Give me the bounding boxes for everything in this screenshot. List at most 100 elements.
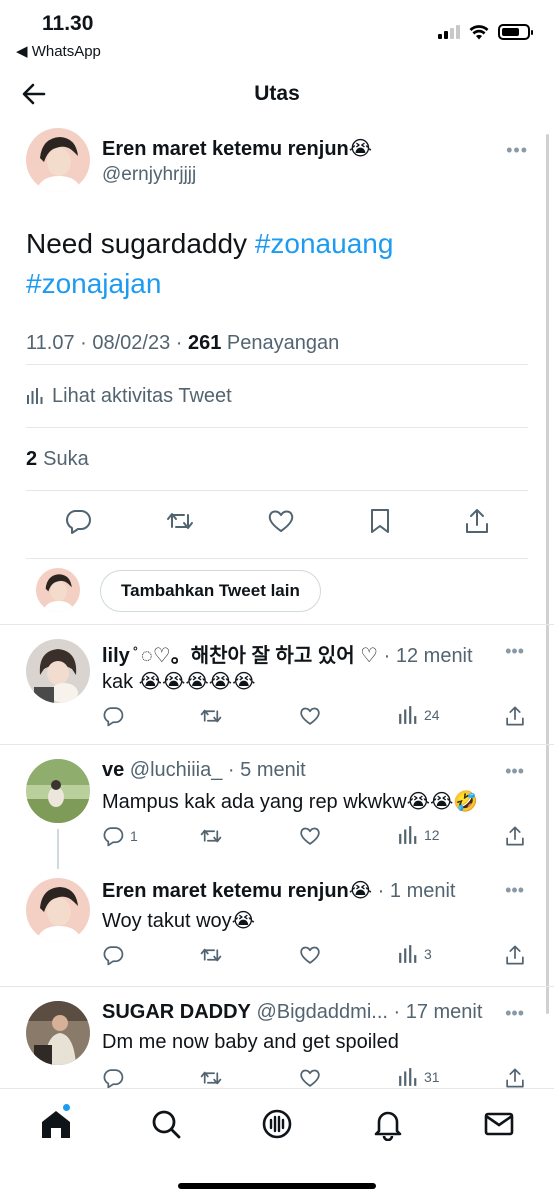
author-handle[interactable]: @ernjyhrjjjj: [102, 164, 196, 186]
list-item[interactable]: SUGAR DADDY @Bigdaddmi... · 17 menit •••…: [0, 986, 554, 1090]
likes-row[interactable]: 2 Suka: [26, 428, 528, 490]
views-icon: [399, 1068, 417, 1086]
list-item[interactable]: ve @luchiiia_ · 5 menit ••• Mampus kak a…: [0, 744, 554, 869]
views-button[interactable]: 12: [398, 825, 440, 845]
avatar[interactable]: [26, 639, 90, 703]
views-icon: [27, 388, 43, 404]
home-icon[interactable]: [39, 1107, 73, 1141]
reply-icon: [103, 1069, 124, 1089]
hashtag-link[interactable]: #zonajajan: [26, 268, 161, 299]
share-button[interactable]: [504, 705, 526, 727]
mail-icon[interactable]: [482, 1107, 516, 1141]
bell-icon[interactable]: [371, 1107, 405, 1141]
bookmark-icon[interactable]: [368, 507, 392, 535]
share-icon: [506, 826, 524, 846]
more-options-icon[interactable]: •••: [505, 1003, 524, 1024]
views-button[interactable]: 31: [398, 1067, 440, 1087]
back-to-app-link[interactable]: ◀ WhatsApp: [16, 42, 101, 60]
views-label: Penayangan: [221, 332, 340, 354]
reply-time: · 12 menit: [378, 645, 473, 667]
avatar[interactable]: [26, 128, 90, 192]
views-count: 31: [424, 1069, 440, 1085]
tweet-meta: 11.07 · 08/02/23 · 261 Penayangan: [26, 332, 528, 364]
list-item[interactable]: Eren maret ketemu renjun😭 · 1 menit ••• …: [0, 864, 554, 986]
status-bar: 11.30 ◀ WhatsApp: [0, 0, 554, 70]
reply-button[interactable]: [102, 1067, 130, 1089]
heart-icon[interactable]: [267, 507, 295, 535]
reply-icon: [103, 827, 124, 847]
retweet-icon: [200, 1071, 222, 1085]
more-options-icon[interactable]: •••: [505, 641, 524, 662]
hashtag-link[interactable]: #zonauang: [255, 228, 394, 259]
reply-text: Mampus kak ada yang rep wkwkw😭😭🤣: [102, 791, 479, 813]
reply-header: ve @luchiiia_ · 5 menit: [102, 759, 306, 782]
reply-button[interactable]: [102, 944, 130, 966]
share-icon: [506, 945, 524, 965]
tweet-timestamp[interactable]: 11.07 · 08/02/23 ·: [26, 332, 188, 354]
share-button[interactable]: [504, 825, 526, 847]
search-icon[interactable]: [149, 1107, 183, 1141]
like-button[interactable]: [299, 825, 321, 847]
reply-icon[interactable]: [64, 507, 92, 535]
heart-icon: [300, 707, 320, 725]
share-button[interactable]: [504, 944, 526, 966]
home-indicator[interactable]: [178, 1183, 376, 1189]
views-count: 12: [424, 827, 440, 843]
avatar[interactable]: [26, 759, 90, 823]
reply-author-name[interactable]: lily ̊ ◌♡。해찬아 잘 하고 있어 ♡: [102, 645, 378, 667]
reply-handle[interactable]: @Bigdaddmi...: [251, 1001, 387, 1023]
share-button[interactable]: [504, 1067, 526, 1089]
share-icon[interactable]: [464, 507, 490, 535]
reply-button[interactable]: 1: [102, 825, 138, 847]
reply-header: SUGAR DADDY @Bigdaddmi... · 17 menit: [102, 1001, 482, 1024]
reply-header: lily ̊ ◌♡。해찬아 잘 하고 있어 ♡ · 12 menit: [102, 639, 473, 668]
like-button[interactable]: [299, 705, 321, 727]
status-icons: [438, 24, 533, 40]
reply-header: Eren maret ketemu renjun😭 · 1 menit: [102, 878, 455, 903]
views-button[interactable]: 24: [398, 705, 440, 725]
views-icon: [399, 945, 417, 963]
reply-handle[interactable]: @luchiiia_: [124, 759, 223, 781]
tweet-author: Eren maret ketemu renjun😭 @ernjyhrjjjj •…: [26, 128, 528, 196]
more-options-icon[interactable]: •••: [505, 880, 524, 901]
avatar[interactable]: [26, 1001, 90, 1065]
retweet-button[interactable]: [199, 705, 223, 727]
tweet-text: Need sugardaddy #zonauang #zonajajan: [26, 224, 528, 304]
top-nav: Utas: [0, 70, 554, 120]
retweet-icon: [200, 709, 222, 723]
views-button[interactable]: 3: [398, 944, 432, 964]
views-icon: [399, 826, 417, 844]
author-name[interactable]: Eren maret ketemu renjun😭: [102, 136, 372, 161]
like-button[interactable]: [299, 1067, 321, 1089]
share-icon: [506, 1068, 524, 1088]
retweet-button[interactable]: [199, 825, 223, 847]
reply-author-name[interactable]: SUGAR DADDY: [102, 1001, 251, 1023]
status-time: 11.30: [42, 12, 94, 35]
retweet-icon[interactable]: [165, 507, 195, 535]
tweet-text-plain: Need sugardaddy: [26, 228, 255, 259]
avatar[interactable]: [26, 878, 90, 942]
retweet-button[interactable]: [199, 1067, 223, 1089]
retweet-button[interactable]: [199, 944, 223, 966]
reply-icon: [103, 707, 124, 727]
reply-text: kak 😭😭😭😭😭: [102, 671, 256, 693]
spaces-icon[interactable]: [260, 1107, 294, 1141]
avatar[interactable]: [36, 568, 80, 612]
tweet-activity-link[interactable]: Lihat aktivitas Tweet: [26, 365, 528, 427]
heart-icon: [300, 1069, 320, 1087]
more-options-icon[interactable]: •••: [506, 140, 528, 161]
reply-author-name[interactable]: ve: [102, 759, 124, 781]
battery-icon: [498, 24, 533, 40]
reply-author-name[interactable]: Eren maret ketemu renjun😭: [102, 880, 372, 902]
replies-list: lily ̊ ◌♡。해찬아 잘 하고 있어 ♡ · 12 menit ••• k…: [0, 624, 554, 1090]
wifi-icon: [469, 24, 489, 39]
reply-time: · 5 menit: [222, 759, 306, 781]
list-item[interactable]: lily ̊ ◌♡。해찬아 잘 하고 있어 ♡ · 12 menit ••• k…: [0, 624, 554, 744]
reply-button[interactable]: [102, 705, 130, 727]
like-button[interactable]: [299, 944, 321, 966]
thread-line: [57, 829, 59, 869]
reply-actions: 24: [102, 705, 526, 731]
add-tweet-button[interactable]: Tambahkan Tweet lain: [100, 570, 321, 612]
bottom-tab-bar: [0, 1088, 554, 1200]
more-options-icon[interactable]: •••: [505, 761, 524, 782]
